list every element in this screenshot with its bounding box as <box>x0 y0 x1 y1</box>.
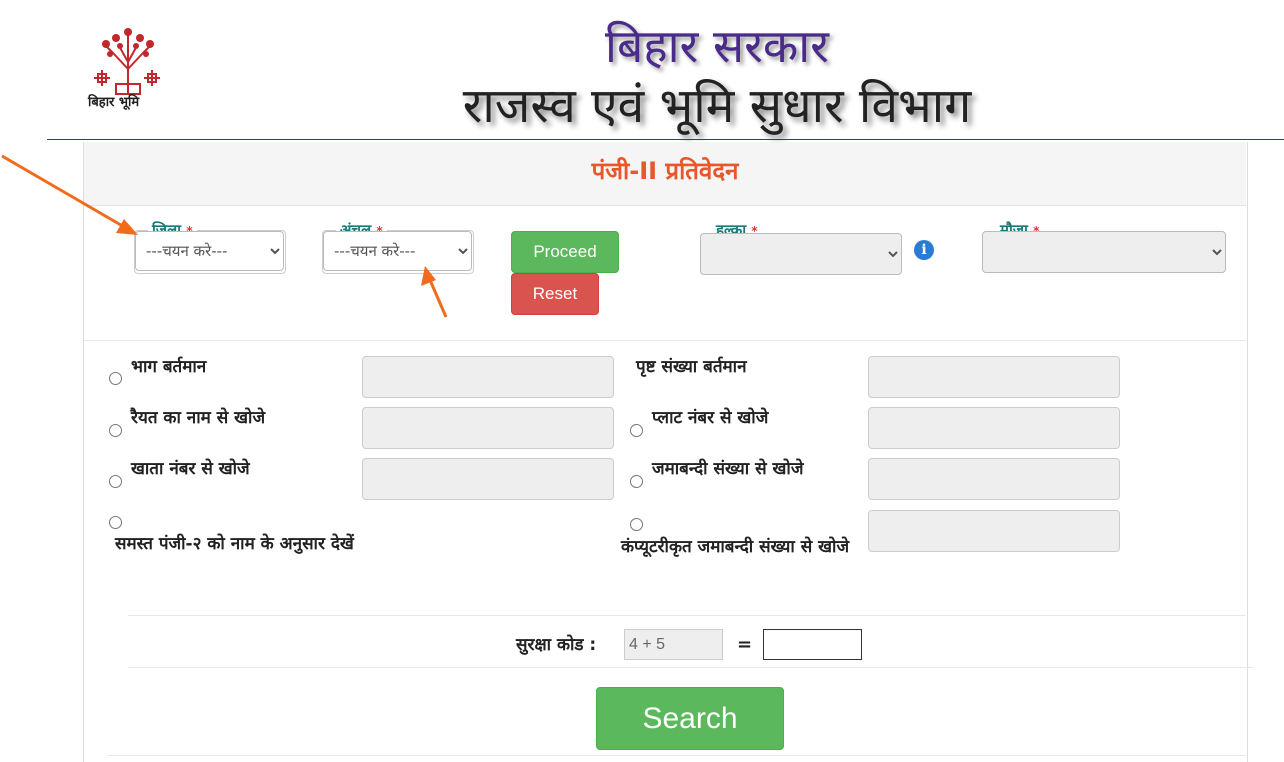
option-label-raiyat-name: रैयत का नाम से खोजे <box>131 408 266 428</box>
site-title-line1: बिहार सरकार <box>605 19 829 73</box>
radio-jamabandi-number[interactable] <box>630 475 643 488</box>
search-button[interactable]: Search <box>596 687 784 750</box>
captcha-divider-top <box>128 615 1246 616</box>
captcha-equals: = <box>737 634 753 655</box>
radio-khata-number[interactable] <box>109 475 122 488</box>
option-label-khata-number: खाता नंबर से खोजे <box>131 459 250 479</box>
radio-plot-number[interactable] <box>630 424 643 437</box>
panel-title: पंजी-II प्रतिवेदन <box>591 157 739 185</box>
part-current-input[interactable] <box>362 356 614 398</box>
site-title-line2: राजस्व एवं भूमि सुधार विभाग <box>462 78 972 134</box>
reset-button[interactable]: Reset <box>511 273 599 315</box>
captcha-label: सुरक्षा कोड : <box>516 635 597 655</box>
radio-raiyat-name[interactable] <box>109 424 122 437</box>
section-divider <box>84 340 1246 341</box>
proceed-button[interactable]: Proceed <box>511 231 619 273</box>
radio-computerised-jamabandi[interactable] <box>630 518 643 531</box>
captcha-question: 4 + 5 <box>624 629 723 660</box>
option-label-plot-number: प्लाट नंबर से खोजे <box>652 408 769 428</box>
halka-select[interactable] <box>700 233 902 275</box>
option-label-jamabandi-number: जमाबन्दी संख्या से खोजे <box>652 459 804 479</box>
mauja-select[interactable] <box>982 231 1226 273</box>
plot-number-input[interactable] <box>868 407 1120 449</box>
header-divider <box>47 139 1284 140</box>
info-icon[interactable]: i <box>914 240 934 260</box>
option-label-all-register: समस्त पंजी-२ को नाम के अनुसार देखें <box>115 534 354 554</box>
option-label-page-current: पृष्ट संख्या बर्तमान <box>636 357 747 377</box>
option-label-part-current: भाग बर्तमान <box>131 357 207 377</box>
circle-select[interactable]: ---चयन करे--- <box>323 231 472 271</box>
captcha-divider-bottom <box>128 667 1254 668</box>
footer-divider <box>108 755 1246 756</box>
radio-all-register[interactable] <box>109 516 122 529</box>
option-label-computerised-jamabandi: कंप्यूटरीकृत जमाबन्दी संख्या से खोजे <box>621 537 850 557</box>
radio-part-current[interactable] <box>109 372 122 385</box>
district-select[interactable]: ---चयन करे--- <box>135 231 284 271</box>
page-current-input[interactable] <box>868 356 1120 398</box>
computerised-jamabandi-input[interactable] <box>868 510 1120 552</box>
captcha-answer-input[interactable] <box>763 629 862 660</box>
jamabandi-number-input[interactable] <box>868 458 1120 500</box>
khata-number-input[interactable] <box>362 458 614 500</box>
raiyat-name-input[interactable] <box>362 407 614 449</box>
